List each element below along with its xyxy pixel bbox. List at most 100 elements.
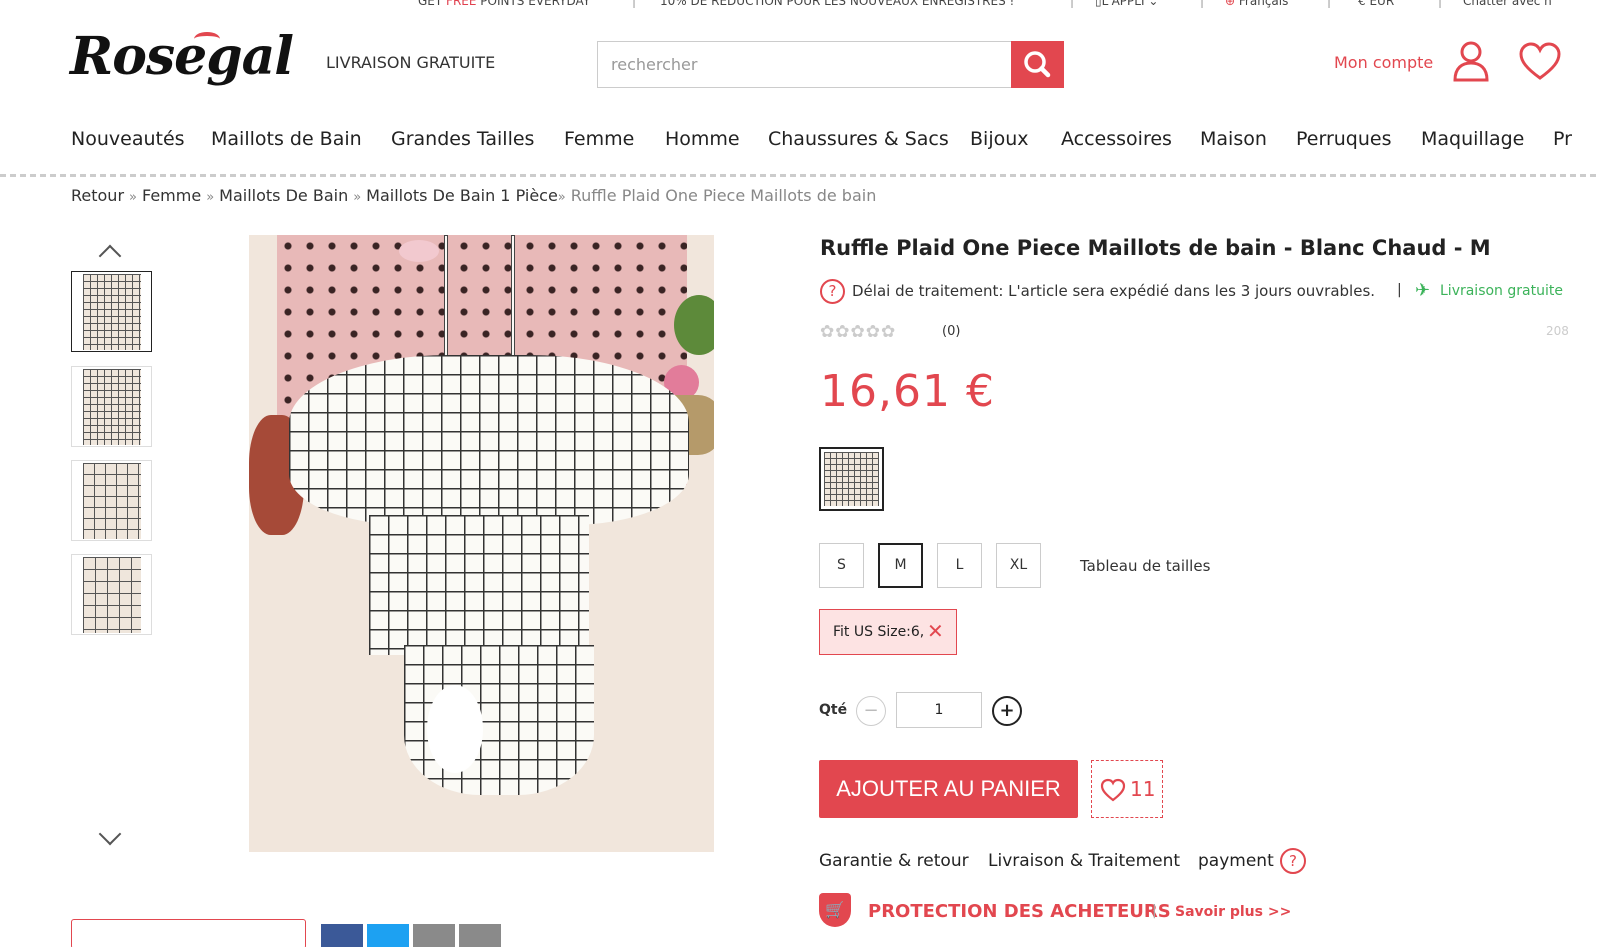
nav-item-perruques[interactable]: Perruques (1296, 128, 1392, 150)
thumbnail-image (82, 368, 141, 445)
main-product-image[interactable] (249, 235, 714, 852)
nav-item-maquillage[interactable]: Maquillage (1421, 128, 1524, 150)
tab-shipping[interactable]: Livraison & Traitement (988, 851, 1180, 871)
promo-pre: GET (418, 0, 443, 8)
search-button[interactable] (1011, 41, 1064, 88)
processing-time: Délai de traitement: L'article sera expé… (852, 282, 1376, 300)
facebook-share-icon[interactable] (321, 924, 363, 947)
heart-icon (1100, 778, 1126, 802)
separator: | (1438, 0, 1443, 8)
currency-selector[interactable]: € EUR (1358, 0, 1394, 8)
logo-text: Rosegal (70, 26, 294, 87)
thumbnail-1[interactable] (71, 271, 152, 352)
thumbnail-image (82, 462, 141, 539)
breadcrumb-maillots[interactable]: Maillots De Bain (219, 186, 348, 205)
swimsuit-body (369, 515, 589, 655)
separator: | (1327, 0, 1332, 8)
question-icon[interactable]: ? (1280, 848, 1306, 874)
thumbnail-4[interactable] (71, 554, 152, 635)
breadcrumb-femme[interactable]: Femme (142, 186, 201, 205)
logo[interactable]: Rosegal (70, 26, 294, 87)
tab-payment[interactable]: payment (1198, 851, 1274, 871)
promo-free: FREE (446, 0, 477, 8)
rating-stars[interactable]: ✿✿✿✿✿ (820, 322, 896, 342)
thumb-scroll-down-icon[interactable] (98, 822, 122, 846)
share-icon[interactable] (459, 924, 501, 947)
app-label: L'APPLI (1101, 0, 1145, 8)
nav-item-maillots[interactable]: Maillots de Bain (211, 128, 362, 150)
nav-item-chaussures[interactable]: Chaussures & Sacs (768, 128, 949, 150)
wishlist-count: 11 (1130, 777, 1156, 801)
nav-item-homme[interactable]: Homme (665, 128, 740, 150)
chat-link[interactable]: Chatter avec n (1463, 0, 1552, 8)
separator: | (1200, 0, 1205, 8)
thumbnail-3[interactable] (71, 460, 152, 541)
decor (399, 240, 439, 262)
plane-icon: ✈ (1415, 280, 1431, 301)
thumbnail-image (82, 556, 141, 633)
free-shipping-label: LIVRAISON GRATUITE (326, 53, 496, 72)
bottom-outline-button[interactable] (71, 919, 306, 947)
question-icon[interactable]: ? (820, 279, 845, 304)
shield-cart-icon: 🛒 (819, 893, 851, 927)
promo-post: POINTS EVERYDAY (480, 0, 591, 8)
nav-item-femme[interactable]: Femme (564, 128, 634, 150)
language-label: Français (1238, 0, 1289, 8)
quantity-label: Qté (819, 702, 848, 718)
quantity-input[interactable] (896, 692, 982, 728)
separator: | (1152, 903, 1157, 919)
size-option-xl[interactable]: XL (996, 543, 1041, 588)
separator: | (1070, 0, 1075, 8)
fit-info-badge: Fit US Size:6, ✕ (819, 609, 957, 655)
breadcrumb-one-piece[interactable]: Maillots De Bain 1 Pièce (366, 186, 558, 205)
learn-more-link[interactable]: Savoir plus >> (1175, 904, 1291, 920)
size-option-l[interactable]: L (937, 543, 982, 588)
breadcrumb: Retour» Femme» Maillots De Bain» Maillots D… (71, 186, 876, 205)
nav-item-maison[interactable]: Maison (1200, 128, 1267, 150)
promo-text[interactable]: GET FREE POINTS EVERYDAY (418, 0, 590, 8)
search-icon (1024, 51, 1051, 78)
nav-divider (0, 174, 1600, 177)
size-option-s[interactable]: S (819, 543, 864, 588)
close-icon[interactable]: ✕ (927, 619, 944, 643)
quantity-decrease-button[interactable]: − (856, 696, 886, 726)
twitter-share-icon[interactable] (367, 924, 409, 947)
separator: | (1397, 282, 1402, 298)
thumbnail-image (82, 273, 141, 350)
search-bar (597, 41, 1064, 88)
breadcrumb-sep: » (129, 190, 137, 205)
tab-warranty[interactable]: Garantie & retour (819, 851, 969, 871)
chevron-down-icon: ⌄ (1148, 0, 1159, 8)
account-link[interactable]: Mon compte (1334, 53, 1433, 72)
heart-icon[interactable] (1518, 42, 1562, 82)
nav-item-nouveautes[interactable]: Nouveautés (71, 128, 185, 150)
size-option-m[interactable]: M (878, 543, 923, 588)
fit-text: Fit US Size:6, (833, 624, 925, 640)
separator: | (632, 0, 637, 8)
add-to-cart-button[interactable]: AJOUTER AU PANIER (819, 760, 1078, 818)
wishlist-button[interactable]: 11 (1091, 760, 1163, 818)
breadcrumb-back[interactable]: Retour (71, 186, 124, 205)
share-icon[interactable] (413, 924, 455, 947)
nav-item-bijoux[interactable]: Bijoux (970, 128, 1029, 150)
free-shipping-badge: Livraison gratuite (1440, 283, 1563, 299)
size-chart-link[interactable]: Tableau de tailles (1080, 557, 1210, 575)
discount-link[interactable]: 10% DE REDUCTION POUR LES NOUVEAUX ENREG… (660, 0, 1014, 8)
nav-item-accessoires[interactable]: Accessoires (1061, 128, 1172, 150)
top-bar: GET FREE POINTS EVERYDAY | 10% DE REDUCT… (0, 0, 1600, 14)
thumb-scroll-up-icon[interactable] (98, 244, 122, 268)
nav-item-grandes-tailles[interactable]: Grandes Tailles (391, 128, 534, 150)
thumbnail-2[interactable] (71, 366, 152, 447)
decor (427, 685, 483, 773)
search-input[interactable] (597, 41, 1012, 88)
swimsuit-ruffle (289, 355, 689, 525)
review-count[interactable]: (0) (942, 324, 960, 339)
color-swatch[interactable] (819, 447, 884, 511)
user-icon[interactable] (1452, 40, 1490, 82)
logo-accent (194, 32, 220, 46)
language-selector[interactable]: ⊕ Français (1225, 0, 1288, 8)
app-link[interactable]: ▯L'APPLI ⌄ (1095, 0, 1158, 8)
breadcrumb-current: Ruffle Plaid One Piece Maillots de bain (570, 186, 877, 205)
quantity-increase-button[interactable]: + (992, 696, 1022, 726)
nav-item-more[interactable]: Pr (1553, 128, 1572, 150)
